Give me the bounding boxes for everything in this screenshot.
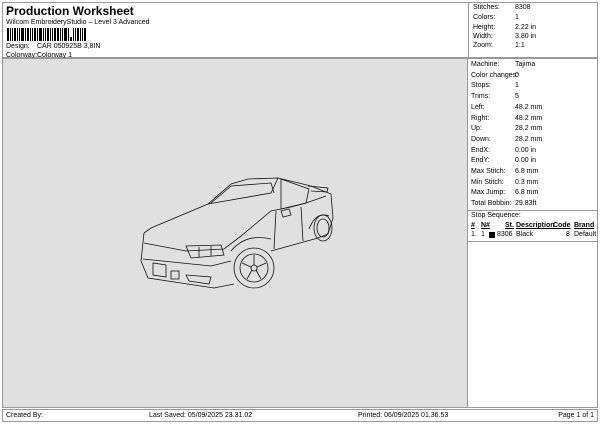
detail-row: Max Stitch: 6.8 mm — [471, 168, 539, 175]
car-embroidery-design — [140, 177, 334, 289]
detail-row: EndX: 0.00 in — [471, 146, 537, 154]
software-name: Wilcom EmbroideryStudio – Level 3 Advanc… — [6, 19, 150, 26]
detail-row: Stops: 1 — [471, 82, 519, 90]
detail-row: Right: 48.2 mm — [471, 114, 543, 122]
detail-row: Color changes:0 — [471, 71, 519, 79]
last-saved: Last Saved: 05/09/2025 23.31.02 — [149, 412, 253, 419]
stat-colors: Colors: 1 — [473, 14, 519, 21]
stat-width: Width: 3.80 in — [473, 33, 537, 40]
page-title: Production Worksheet — [6, 4, 134, 18]
detail-row: EndY: 0.00 in — [471, 157, 537, 165]
detail-row: Up: 28.2 mm — [471, 125, 543, 133]
design-value: CAR 050925B 3,8IN — [37, 43, 101, 50]
footer: Created By: Last Saved: 05/09/2025 23.31… — [2, 409, 598, 422]
created-by: Created By: — [6, 412, 43, 419]
detail-row: Left: 48.2 mm — [471, 103, 543, 111]
detail-row: Down: 28.2 mm — [471, 135, 543, 143]
detail-row: Max Jump: 6.8 mm — [471, 189, 539, 197]
barcode — [7, 28, 127, 41]
stats-panel: Stitches: 8308 Colors: 1 Height: 2.22 in Wi… — [468, 2, 598, 58]
stop-sequence-title: Stop Sequence: — [471, 212, 521, 219]
stat-stitches: Stitches: 8308 — [473, 4, 531, 11]
stat-height: Height: 2.22 in — [473, 24, 537, 31]
detail-row: Min Stitch: 0.3 mm — [471, 178, 539, 186]
page-number: Page 1 of 1 — [558, 412, 594, 419]
printed-date: Printed: 06/09/2025 01.36.53 — [358, 412, 449, 419]
design-label: Design: — [6, 43, 30, 50]
stat-zoom: Zoom: 1:1 — [473, 42, 525, 49]
details-panel: Machine: Tajima Color changes:0 Stops: 1 Trim… — [468, 58, 598, 408]
detail-row: Total Bobbin: 29.83ft — [471, 200, 537, 208]
color-swatch — [489, 232, 495, 238]
detail-row: Trims: 5 — [471, 93, 519, 101]
design-preview — [2, 58, 468, 408]
detail-row: Machine: Tajima — [471, 61, 536, 68]
